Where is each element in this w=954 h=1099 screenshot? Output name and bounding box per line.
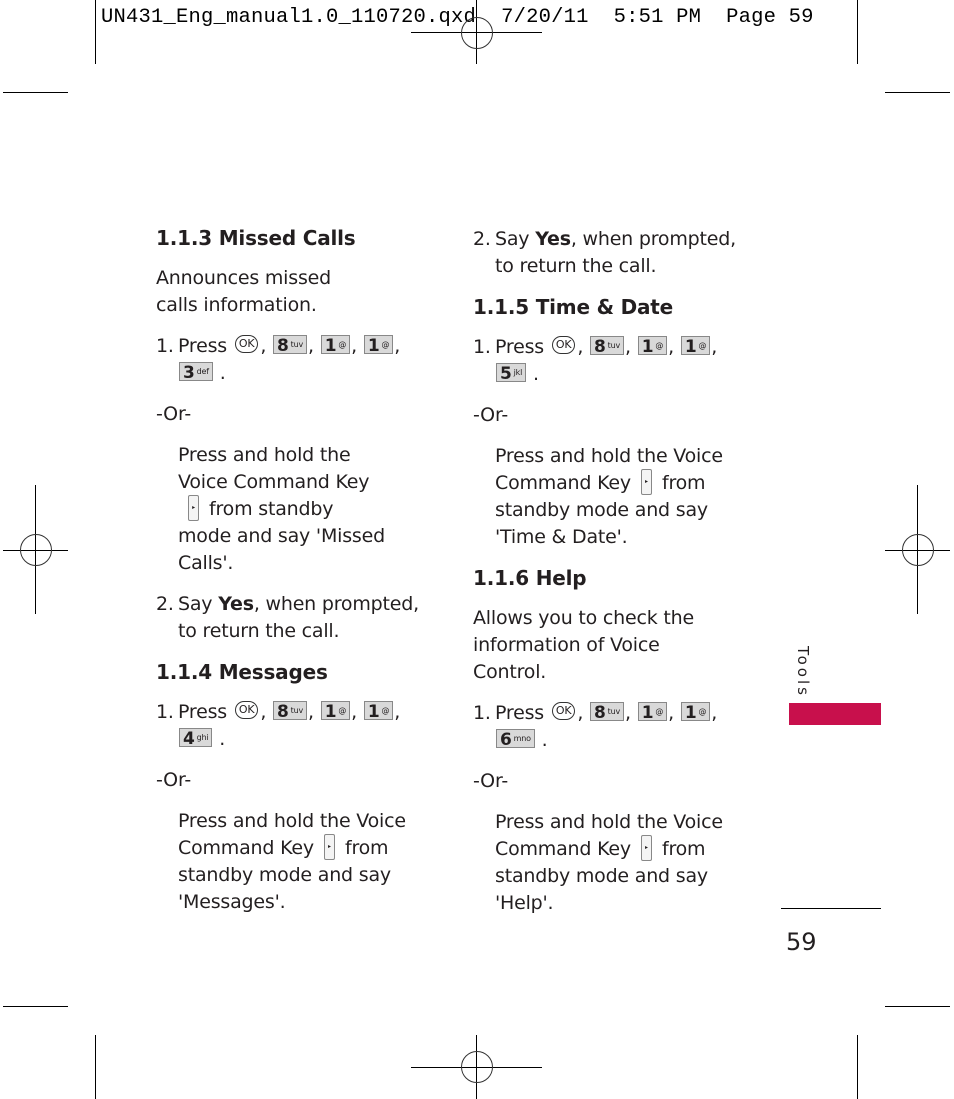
step-2: 2. Say Yes, when prompted, to return the… — [473, 228, 736, 277]
key-1-icon: 1 @ — [637, 702, 668, 722]
crop-mark — [3, 1006, 68, 1007]
key-8-icon: 8 tuv — [273, 701, 308, 721]
alternative-instruction: Press and hold the Voice Command Key▸fro… — [178, 444, 385, 574]
crop-mark — [857, 1035, 858, 1099]
right-column: 2. Say Yes, when prompted, to return the… — [473, 226, 763, 917]
or-separator: -Or- — [473, 404, 508, 426]
key-1-icon: 1 @ — [680, 702, 711, 722]
section-title: 1.1.3 Missed Calls — [156, 226, 356, 250]
crop-mark — [885, 1006, 950, 1007]
crop-mark — [95, 0, 96, 64]
step-1: 1. Press OK, 8 tuv, 1 @, 1 @, 3 def . — [156, 334, 401, 384]
key-3-icon: 3 def — [179, 362, 213, 382]
ok-key-icon: OK — [551, 701, 576, 720]
voice-command-key-icon: ▸ — [640, 834, 652, 861]
chapter-side-tab: Tools — [794, 646, 812, 698]
key-8-icon: 8 tuv — [590, 702, 625, 722]
left-column: 1.1.3 Missed Calls Announces missed call… — [156, 225, 446, 916]
key-1-icon: 1 @ — [363, 701, 394, 721]
key-6-icon: 6 mno — [496, 729, 535, 749]
alternative-instruction: Press and hold the Voice Command Key▸fro… — [495, 445, 723, 548]
crop-mark — [95, 1035, 96, 1099]
section-description: Allows you to check the information of V… — [473, 607, 694, 683]
key-4-icon: 4 ghi — [179, 728, 213, 748]
or-separator: -Or- — [156, 403, 191, 425]
voice-command-key-icon: ▸ — [188, 494, 199, 521]
section-help: 1.1.6 Help Allows you to check the infor… — [473, 565, 763, 917]
section-title: 1.1.6 Help — [473, 566, 587, 590]
section-title: 1.1.4 Messages — [156, 660, 328, 684]
section-time-date: 1.1.5 Time & Date 1. Press OK, 8 tuv, 1 @,… — [473, 294, 763, 551]
section-title: 1.1.5 Time & Date — [473, 295, 673, 319]
key-1-icon: 1 @ — [680, 336, 711, 356]
ok-key-icon: OK — [234, 700, 259, 719]
section-messages: 1.1.4 Messages 1. Press OK, 8 tuv, 1 @, 1 @… — [156, 659, 446, 916]
step-1: 1. Press OK, 8 tuv, 1 @, 1 @, 4 ghi . — [156, 700, 401, 750]
key-1-icon: 1 @ — [637, 336, 668, 356]
step-1: 1. Press OK, 8 tuv, 1 @, 1 @, 6 mno . — [473, 701, 718, 751]
alternative-instruction: Press and hold the Voice Command Key▸fro… — [495, 811, 723, 914]
key-1-icon: 1 @ — [363, 335, 394, 355]
step-2: 2. Say Yes, when prompted, to return the… — [156, 593, 419, 642]
key-5-icon: 5 jkl — [496, 363, 527, 383]
key-8-icon: 8 tuv — [273, 335, 308, 355]
key-1-icon: 1 @ — [320, 701, 351, 721]
page-number-rule — [781, 908, 881, 909]
key-8-icon: 8 tuv — [590, 336, 625, 356]
section-description: Announces missed calls information. — [156, 267, 331, 316]
crop-mark — [885, 92, 950, 93]
ok-key-icon: OK — [551, 335, 576, 354]
or-separator: -Or- — [156, 769, 191, 791]
chapter-tab-bar — [789, 703, 881, 725]
crop-mark — [3, 92, 68, 93]
ok-key-icon: OK — [234, 334, 259, 353]
crop-mark — [857, 0, 858, 64]
or-separator: -Or- — [473, 770, 508, 792]
file-slug-line: UN431_Eng_manual1.0_110720.qxd 7/20/11 5… — [101, 6, 814, 29]
key-1-icon: 1 @ — [320, 335, 351, 355]
section-missed-calls: 1.1.3 Missed Calls Announces missed call… — [156, 225, 446, 645]
voice-command-key-icon: ▸ — [640, 468, 652, 495]
step-1: 1. Press OK, 8 tuv, 1 @, 1 @, 5 jkl . — [473, 335, 718, 385]
alternative-instruction: Press and hold the Voice Command Key▸fro… — [178, 810, 406, 913]
page-number: 59 — [786, 928, 817, 956]
voice-command-key-icon: ▸ — [323, 833, 335, 860]
